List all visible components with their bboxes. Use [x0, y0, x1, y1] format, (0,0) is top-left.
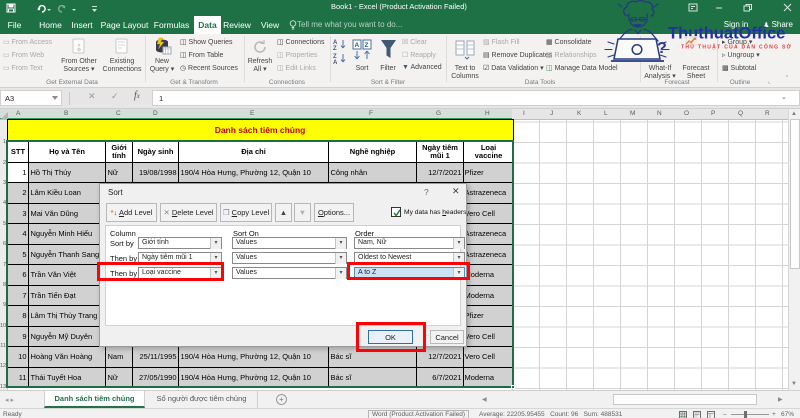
svg-text:A: A: [333, 60, 338, 66]
svg-text:A: A: [355, 42, 360, 49]
svg-text:?: ?: [657, 40, 667, 57]
svg-text:Z: Z: [365, 42, 369, 49]
svg-text:Z: Z: [333, 46, 337, 52]
svg-text:THỦ THUẬT CỦA DÂN CÔNG SỞ: THỦ THUẬT CỦA DÂN CÔNG SỞ: [681, 43, 792, 51]
